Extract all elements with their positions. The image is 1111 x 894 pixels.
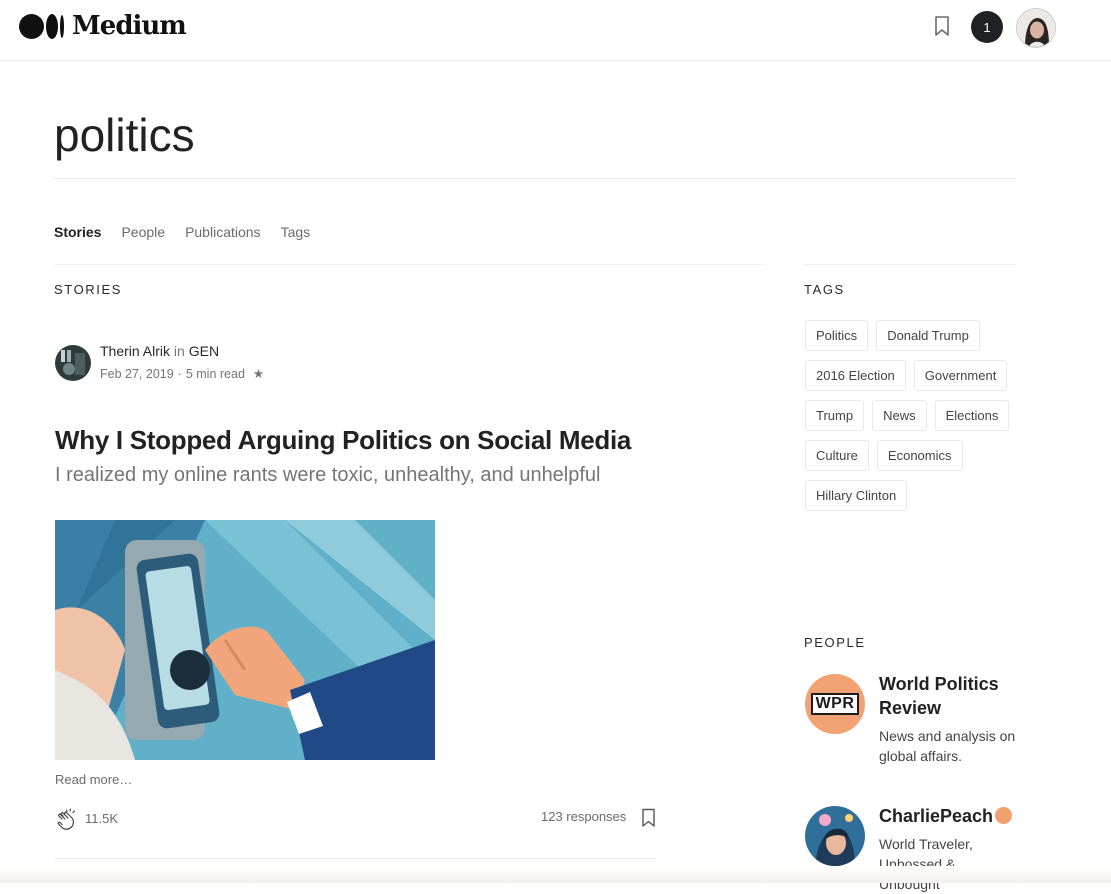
story-image[interactable]	[55, 520, 435, 760]
search-tabs: Stories People Publications Tags	[54, 224, 310, 240]
tag-economics[interactable]: Economics	[876, 440, 963, 471]
peach-emoji-icon	[995, 807, 1013, 824]
tag-news[interactable]: News	[872, 400, 927, 431]
person-name-wpr[interactable]: World Politics Review	[879, 672, 1019, 720]
person-name-charliepeach[interactable]: CharliePeach	[879, 804, 1029, 828]
charliepeach-name-text: CharliePeach	[879, 806, 994, 826]
tags-divider	[804, 264, 1016, 265]
read-more-link[interactable]: Read more…	[55, 772, 132, 787]
story-illustration	[55, 520, 435, 760]
wpr-avatar[interactable]: WPR	[805, 674, 865, 734]
author-line: Therin Alrik in GEN	[100, 343, 219, 359]
notification-badge[interactable]: 1	[971, 11, 1003, 43]
clap-icon[interactable]	[55, 808, 79, 832]
meta-separator: ·	[177, 366, 182, 381]
charliepeach-avatar[interactable]	[805, 806, 865, 866]
story-read-time: 5 min read	[185, 366, 245, 381]
tag-trump[interactable]: Trump	[805, 400, 865, 431]
clap-count: 11.5K	[85, 811, 119, 826]
responses-link[interactable]: 123 responses	[541, 809, 626, 824]
bottom-fade	[0, 866, 1111, 883]
bookmark-icon[interactable]	[933, 15, 951, 37]
story-title[interactable]: Why I Stopped Arguing Politics on Social…	[55, 425, 631, 456]
tab-people[interactable]: People	[121, 224, 165, 240]
tab-stories[interactable]: Stories	[54, 224, 101, 240]
author-avatar-image	[55, 345, 91, 381]
story-bookmark-icon[interactable]	[641, 808, 656, 828]
medium-logo[interactable]: Medium	[19, 11, 187, 41]
people-section-label: PEOPLE	[804, 635, 866, 650]
story-divider	[55, 858, 656, 859]
logo-wordmark: Medium	[72, 11, 187, 41]
stories-section-label: STORIES	[54, 282, 123, 297]
header-divider	[0, 60, 1111, 61]
tab-publications[interactable]: Publications	[185, 224, 261, 240]
charliepeach-avatar-image	[805, 806, 865, 866]
stories-divider	[54, 264, 766, 265]
top-navigation-bar: Medium 1	[0, 0, 1111, 60]
user-avatar-image	[1017, 9, 1055, 47]
story-date: Feb 27, 2019	[100, 366, 174, 381]
person-bio-wpr: News and analysis on global affairs.	[879, 728, 1016, 764]
wpr-avatar-text: WPR	[810, 693, 860, 715]
tag-hillary-clinton[interactable]: Hillary Clinton	[805, 480, 908, 511]
tag-government[interactable]: Government	[913, 360, 1008, 391]
tag-politics[interactable]: Politics	[805, 320, 869, 351]
tag-donald-trump[interactable]: Donald Trump	[876, 320, 980, 351]
tag-elections[interactable]: Elections	[934, 400, 1010, 431]
author-in-word: in	[173, 343, 185, 359]
medium-logo-mark-icon	[19, 13, 64, 39]
publication-name[interactable]: GEN	[189, 343, 219, 359]
tags-section-label: TAGS	[804, 282, 845, 297]
author-avatar[interactable]	[55, 345, 91, 381]
page-title: politics	[54, 109, 195, 161]
story-meta: Feb 27, 2019 · 5 min read ★	[100, 366, 265, 382]
user-avatar[interactable]	[1016, 8, 1056, 48]
tag-list: Politics Donald Trump 2016 Election Gove…	[805, 320, 1020, 511]
tab-tags[interactable]: Tags	[281, 224, 311, 240]
tag-2016-election[interactable]: 2016 Election	[805, 360, 906, 391]
person-bio-charliepeach: World Traveler, Unbossed & Unbought	[879, 836, 973, 892]
story-subtitle: I realized my online rants were toxic, u…	[55, 464, 601, 486]
member-star-icon: ★	[252, 367, 265, 381]
tag-culture[interactable]: Culture	[805, 440, 869, 471]
author-name[interactable]: Therin Alrik	[100, 343, 170, 359]
title-divider	[54, 178, 1016, 179]
